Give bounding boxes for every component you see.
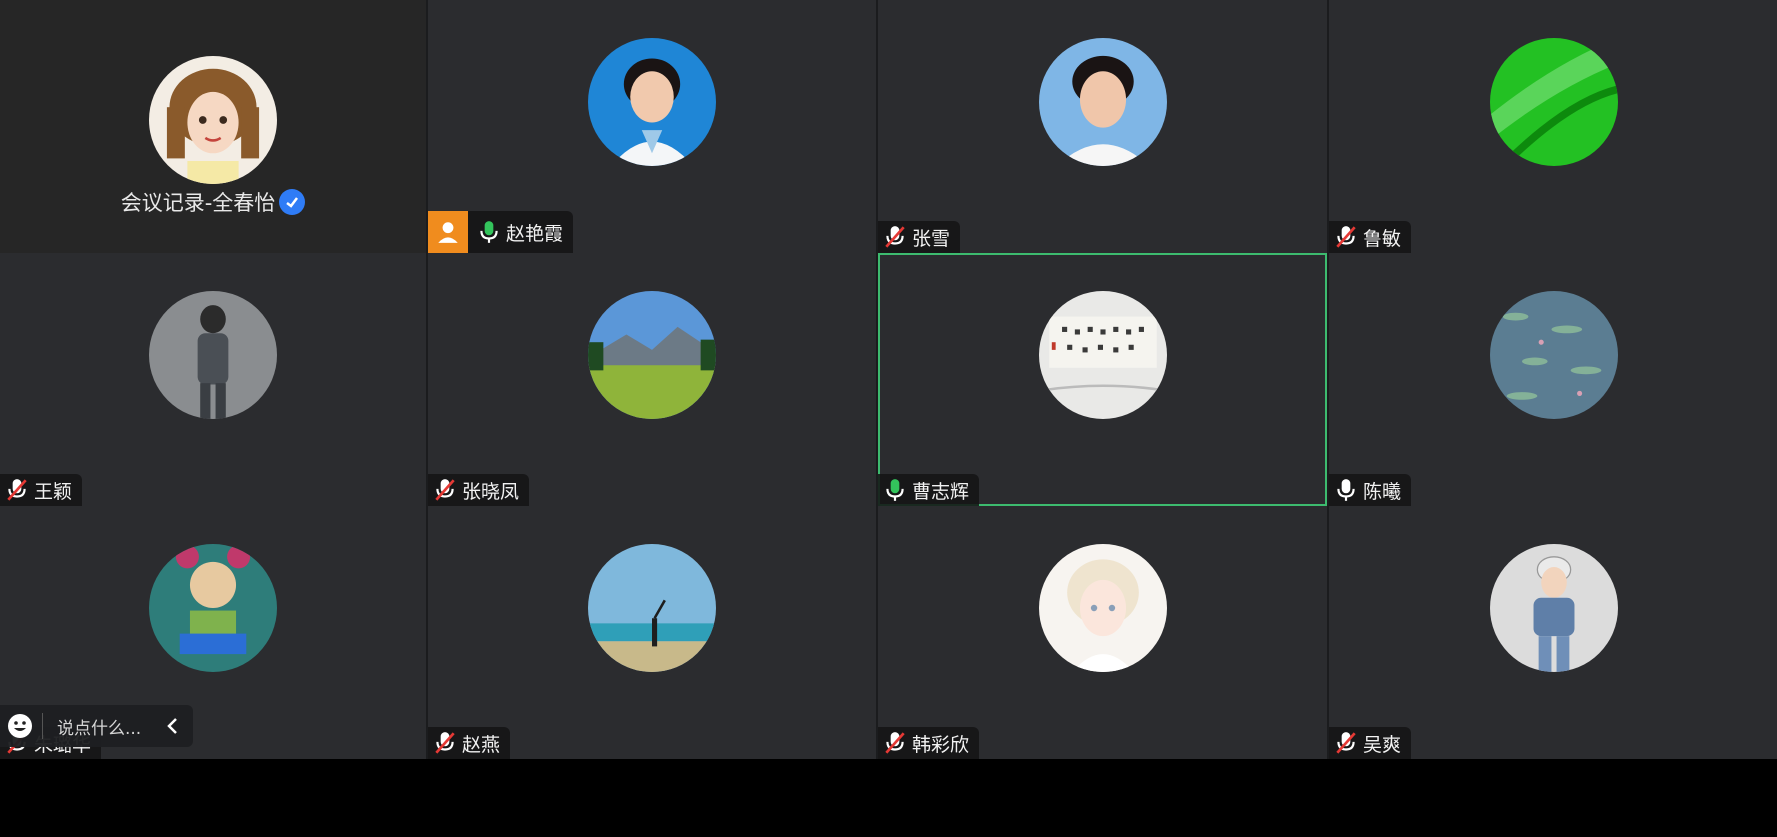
participant-name: 赵燕 <box>462 733 501 756</box>
participant-nameplate: 张晓凤 <box>428 474 530 506</box>
participant-nameplate: 曹志辉 <box>878 474 980 506</box>
participant-nameplate: 吴爽 <box>1329 727 1412 759</box>
avatar <box>1038 291 1167 419</box>
avatar <box>1489 291 1618 419</box>
bottom-black-strip <box>0 759 1777 837</box>
muted-mic-icon <box>1333 224 1359 250</box>
mic-icon <box>476 219 502 245</box>
participant-name: 鲁敏 <box>1363 227 1402 250</box>
participant-tile-active-speaker[interactable]: 曹志辉 <box>878 253 1327 506</box>
participant-name: 吴爽 <box>1363 733 1402 756</box>
muted-mic-icon <box>432 477 458 503</box>
muted-mic-icon <box>1333 730 1359 756</box>
participant-name: 曹志辉 <box>912 480 970 503</box>
participant-tile[interactable]: 鲁敏 <box>1329 0 1777 253</box>
participant-name: 韩彩欣 <box>912 733 970 756</box>
participant-tile[interactable]: 赵艳霞 <box>428 0 876 253</box>
avatar <box>588 38 716 166</box>
self-name-text: 会议记录-全春怡 <box>120 191 276 215</box>
muted-mic-icon <box>4 477 30 503</box>
participant-nameplate: 陈曦 <box>1329 474 1412 506</box>
participant-nameplate: 王颖 <box>0 474 83 506</box>
participant-name: 张晓凤 <box>462 480 520 503</box>
participant-tile[interactable]: 王颖 <box>0 253 426 506</box>
mic-icon <box>882 477 908 503</box>
participant-nameplate: 韩彩欣 <box>878 727 980 759</box>
muted-mic-icon <box>882 224 908 250</box>
participant-name: 张雪 <box>912 227 951 250</box>
avatar <box>1489 38 1618 166</box>
avatar <box>149 544 277 672</box>
avatar <box>1038 544 1167 672</box>
participant-nameplate: 鲁敏 <box>1329 221 1412 253</box>
verified-icon <box>279 189 306 215</box>
participant-name: 陈曦 <box>1363 480 1402 503</box>
host-icon <box>428 211 468 253</box>
participant-nameplate: 赵燕 <box>428 727 511 759</box>
muted-mic-icon <box>882 730 908 756</box>
participant-tile[interactable]: 张雪 <box>878 0 1327 253</box>
participant-name: 王颖 <box>34 480 73 503</box>
participant-nameplate: 赵艳霞 <box>428 211 574 253</box>
self-name-label: 会议记录-全春怡 <box>0 187 426 217</box>
muted-mic-icon <box>432 730 458 756</box>
divider <box>42 713 43 739</box>
avatar <box>1489 544 1618 672</box>
chat-input-bar[interactable]: 说点什么... <box>0 705 193 747</box>
chevron-left-icon[interactable] <box>165 716 181 736</box>
chat-input-placeholder[interactable]: 说点什么... <box>57 714 141 739</box>
avatar <box>588 291 716 419</box>
participant-name: 赵艳霞 <box>506 222 564 245</box>
video-grid: 会议记录-全春怡 赵艳霞 张雪 鲁敏 王颖 张晓凤 曹志辉 陈曦 赵燕 韩彩欣 … <box>0 0 1777 759</box>
participant-tile[interactable]: 张晓凤 <box>428 253 876 506</box>
avatar <box>1038 38 1167 166</box>
emoji-icon[interactable] <box>6 712 34 740</box>
avatar <box>149 56 277 184</box>
avatar <box>588 544 716 672</box>
avatar <box>149 291 277 419</box>
participant-tile[interactable]: 吴爽 <box>1329 506 1777 759</box>
participant-tile[interactable]: 赵燕 <box>428 506 876 759</box>
participant-tile[interactable]: 陈曦 <box>1329 253 1777 506</box>
participant-tile[interactable]: 韩彩欣 <box>878 506 1327 759</box>
participant-tile-self[interactable]: 会议记录-全春怡 <box>0 0 426 253</box>
mic-icon <box>1333 477 1359 503</box>
participant-nameplate: 张雪 <box>878 221 961 253</box>
